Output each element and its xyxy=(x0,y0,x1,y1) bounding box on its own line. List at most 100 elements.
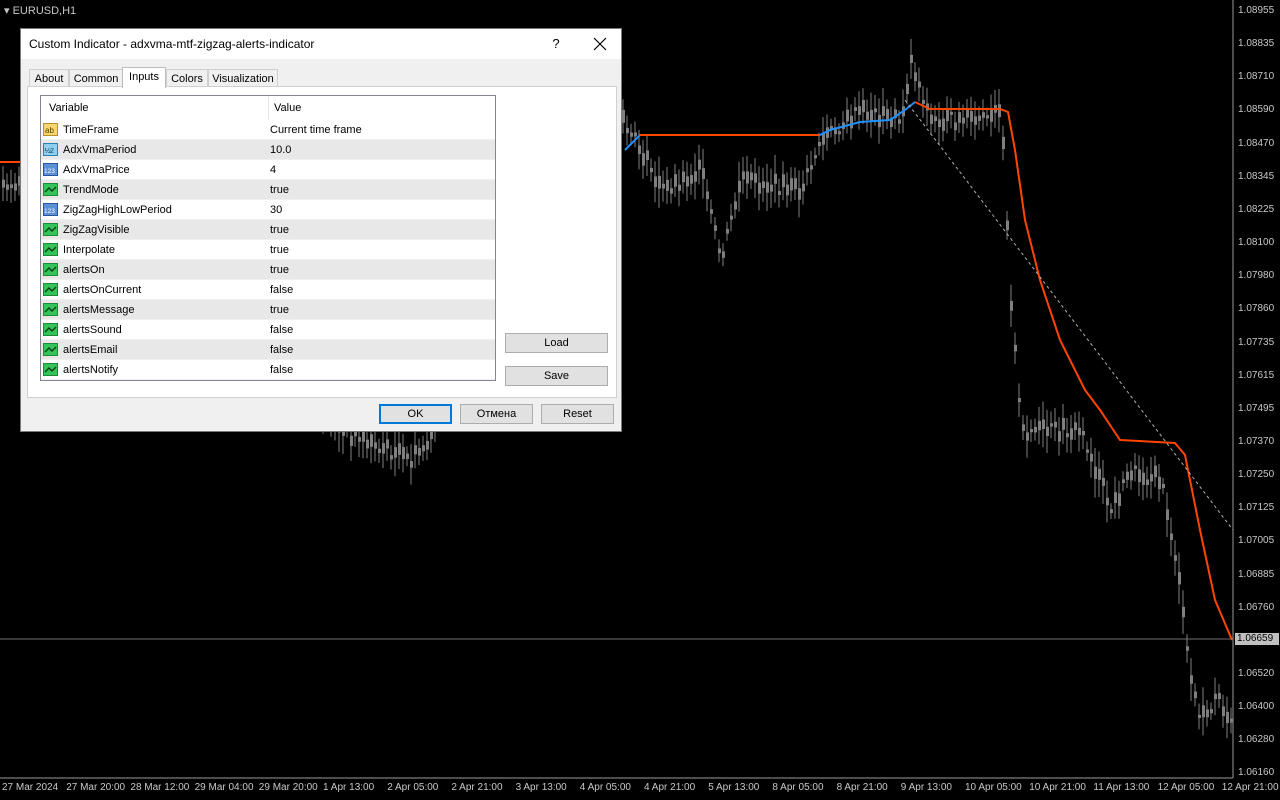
candle-body xyxy=(374,442,377,449)
tab-about[interactable]: About xyxy=(29,69,69,87)
date-tick-label: 27 Mar 20:00 xyxy=(66,782,126,793)
grid-row[interactable]: alertsMessage true xyxy=(41,300,495,320)
variable-name: Interpolate xyxy=(63,244,115,256)
load-button[interactable]: Load xyxy=(505,333,608,353)
tab-common[interactable]: Common xyxy=(69,69,123,87)
grid-row[interactable]: alertsSound false xyxy=(41,320,495,340)
grid-row[interactable]: alertsEmail false xyxy=(41,340,495,360)
candle-body xyxy=(794,178,797,190)
collapse-triangle-icon[interactable]: ▾ xyxy=(4,5,10,17)
grid-row[interactable]: ZigZagVisible true xyxy=(41,220,495,240)
grid-row[interactable]: Interpolate true xyxy=(41,240,495,260)
column-divider[interactable] xyxy=(268,96,269,120)
column-header-value[interactable]: Value xyxy=(274,96,301,120)
candle-body xyxy=(1226,711,1229,724)
candle-body xyxy=(914,72,917,82)
candle-body xyxy=(414,445,417,455)
variable-name: TrendMode xyxy=(63,184,119,196)
candle-body xyxy=(426,440,429,450)
svg-text:2: 2 xyxy=(50,148,54,155)
candle-body xyxy=(694,171,697,182)
candle-body xyxy=(970,111,973,122)
grid-row[interactable]: 123 AdxVmaPrice 4 xyxy=(41,160,495,180)
candle-body xyxy=(990,109,993,122)
candle-body xyxy=(1106,497,1109,506)
price-tick-label: 1.07370 xyxy=(1238,435,1275,447)
variable-value[interactable]: 30 xyxy=(270,200,282,220)
grid-row[interactable]: alertsNotify false xyxy=(41,360,495,380)
variable-value[interactable]: true xyxy=(270,240,289,260)
candle-body xyxy=(406,453,409,459)
candle-body xyxy=(1014,344,1017,352)
cancel-button[interactable]: Отмена xyxy=(460,404,533,424)
grid-row[interactable]: 123 ZigZagHighLowPeriod 30 xyxy=(41,200,495,220)
variable-value[interactable]: true xyxy=(270,260,289,280)
tab-inputs[interactable]: Inputs xyxy=(122,67,166,88)
candle-body xyxy=(886,109,889,120)
svg-text:123: 123 xyxy=(44,208,55,215)
column-header-variable[interactable]: Variable xyxy=(49,96,89,120)
help-button[interactable]: ? xyxy=(545,33,567,55)
variable-value[interactable]: 4 xyxy=(270,160,276,180)
candle-body xyxy=(754,173,757,183)
grid-row[interactable]: ½ 2 AdxVmaPeriod 10.0 xyxy=(41,140,495,160)
variable-value[interactable]: false xyxy=(270,360,293,380)
reset-button[interactable]: Reset xyxy=(541,404,614,424)
date-tick-label: 2 Apr 21:00 xyxy=(451,782,503,793)
inputs-grid[interactable]: Variable Value ab TimeFrame Current time f… xyxy=(40,95,496,381)
price-tick-label: 1.08225 xyxy=(1238,203,1275,215)
candle-body xyxy=(370,434,373,447)
candle-body xyxy=(402,447,405,459)
boolean-icon xyxy=(43,263,58,276)
candle-body xyxy=(1046,426,1049,437)
candle-body xyxy=(1022,424,1025,431)
tab-visualization[interactable]: Visualization xyxy=(208,69,278,87)
candle-body xyxy=(838,131,841,135)
candle-body xyxy=(714,225,717,231)
date-tick-label: 5 Apr 13:00 xyxy=(708,782,760,793)
candle-body xyxy=(1154,465,1157,478)
price-tick-label: 1.08835 xyxy=(1238,38,1275,50)
variable-value[interactable]: false xyxy=(270,320,293,340)
close-button[interactable] xyxy=(587,32,613,56)
candle-body xyxy=(1178,572,1181,585)
candle-body xyxy=(810,165,813,170)
candle-body xyxy=(910,54,913,63)
candle-body xyxy=(1010,300,1013,311)
grid-row[interactable]: alertsOn true xyxy=(41,260,495,280)
candle-body xyxy=(1074,422,1077,430)
grid-row[interactable]: TrendMode true xyxy=(41,180,495,200)
candle-body xyxy=(814,155,817,159)
candle-body xyxy=(734,201,737,210)
candle-body xyxy=(1206,709,1209,718)
price-tick-label: 1.07005 xyxy=(1238,535,1275,547)
variable-name: ZigZagHighLowPeriod xyxy=(63,204,172,216)
zigzag-line xyxy=(904,99,1234,531)
grid-row[interactable]: alertsOnCurrent false xyxy=(41,280,495,300)
grid-row[interactable]: ab TimeFrame Current time frame xyxy=(41,120,495,140)
variable-value[interactable]: true xyxy=(270,220,289,240)
candle-body xyxy=(666,179,669,191)
variable-value[interactable]: Current time frame xyxy=(270,120,362,140)
price-tick-label: 1.08470 xyxy=(1238,137,1275,149)
price-tick-label: 1.08100 xyxy=(1238,237,1275,249)
candle-body xyxy=(962,117,965,124)
save-button[interactable]: Save xyxy=(505,366,608,386)
variable-value[interactable]: true xyxy=(270,300,289,320)
variable-value[interactable]: false xyxy=(270,340,293,360)
dialog-titlebar[interactable]: Custom Indicator - adxvma-mtf-zigzag-ale… xyxy=(21,29,621,59)
candle-body xyxy=(934,116,937,122)
candle-body xyxy=(1110,509,1113,513)
candle-body xyxy=(1130,470,1133,481)
variable-value[interactable]: 10.0 xyxy=(270,140,291,160)
variable-value[interactable]: true xyxy=(270,180,289,200)
tab-colors[interactable]: Colors xyxy=(166,69,208,87)
candle-body xyxy=(1138,469,1141,483)
candle-body xyxy=(874,108,877,113)
candle-body xyxy=(1034,426,1037,433)
price-tick-label: 1.06160 xyxy=(1238,767,1275,779)
ok-button[interactable]: OK xyxy=(379,404,452,424)
variable-value[interactable]: false xyxy=(270,280,293,300)
candle-body xyxy=(1038,420,1041,431)
candle-body xyxy=(1102,477,1105,486)
